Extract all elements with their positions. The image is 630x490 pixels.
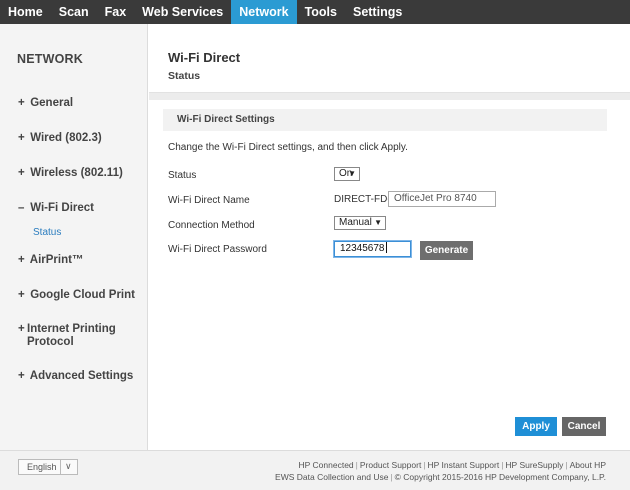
link-hp-connected[interactable]: HP Connected bbox=[299, 460, 354, 470]
wifi-direct-name-label: Wi-Fi Direct Name bbox=[168, 195, 250, 206]
expand-icon: + bbox=[18, 254, 25, 266]
expand-icon: + bbox=[18, 97, 25, 109]
sidebar-item-wifi-direct[interactable]: – Wi-Fi Direct bbox=[18, 202, 94, 215]
section-title: Wi-Fi Direct Settings bbox=[177, 114, 275, 125]
footer-links-line2: EWS Data Collection and Use | © Copyright … bbox=[275, 472, 606, 482]
tab-tools[interactable]: Tools bbox=[297, 0, 345, 24]
sidebar: NETWORK + General + Wired (802.3) + Wire… bbox=[0, 24, 148, 450]
wifi-direct-password-label: Wi-Fi Direct Password bbox=[168, 244, 267, 255]
copyright-text: © Copyright 2015-2016 HP Development Com… bbox=[394, 472, 606, 482]
connection-method-label: Connection Method bbox=[168, 220, 255, 231]
link-ews-data-collection[interactable]: EWS Data Collection and Use bbox=[275, 472, 388, 482]
dropdown-arrow-icon: ▼ bbox=[374, 218, 382, 227]
footer-links-line1: HP Connected | Product Support | HP Instant … bbox=[298, 460, 606, 470]
chevron-down-icon: ∨ bbox=[65, 461, 72, 471]
password-value: 12345678 bbox=[340, 243, 385, 254]
tab-home[interactable]: Home bbox=[0, 0, 51, 24]
language-select[interactable]: English ∨ bbox=[18, 459, 78, 475]
top-nav: Home Scan Fax Web Services Network Tools… bbox=[0, 0, 630, 24]
expand-icon: + bbox=[18, 370, 25, 382]
footer: English ∨ HP Connected | Product Support | H… bbox=[0, 450, 630, 490]
sidebar-item-airprint[interactable]: + AirPrint™ bbox=[18, 254, 83, 267]
sidebar-item-label: AirPrint™ bbox=[29, 254, 84, 266]
tab-settings[interactable]: Settings bbox=[345, 0, 410, 24]
sidebar-item-label: General bbox=[30, 97, 74, 109]
expand-icon: + bbox=[18, 323, 25, 335]
sidebar-item-wired[interactable]: + Wired (802.3) bbox=[18, 132, 102, 145]
language-separator bbox=[60, 460, 61, 474]
wifi-direct-name-input[interactable]: OfficeJet Pro 8740 bbox=[388, 191, 496, 207]
instructions: Change the Wi-Fi Direct settings, and th… bbox=[168, 142, 408, 153]
tab-scan[interactable]: Scan bbox=[51, 0, 97, 24]
sidebar-subitem-status[interactable]: Status bbox=[33, 227, 61, 238]
sidebar-item-advanced-settings[interactable]: + Advanced Settings bbox=[18, 370, 133, 383]
connection-method-value: Manual bbox=[339, 217, 372, 228]
divider bbox=[149, 92, 630, 100]
sidebar-item-label: Advanced Settings bbox=[29, 370, 134, 382]
link-product-support[interactable]: Product Support bbox=[360, 460, 421, 470]
connection-method-select[interactable]: Manual ▼ bbox=[334, 216, 386, 230]
sidebar-item-label: Wireless (802.11) bbox=[30, 167, 123, 179]
text-caret bbox=[385, 242, 387, 253]
sidebar-item-general[interactable]: + General bbox=[18, 97, 73, 110]
sidebar-item-google-cloud-print[interactable]: + Google Cloud Print bbox=[18, 289, 135, 302]
tab-network[interactable]: Network bbox=[231, 0, 297, 24]
link-hp-instant-support[interactable]: HP Instant Support bbox=[428, 460, 500, 470]
expand-icon: + bbox=[18, 132, 25, 144]
link-about-hp[interactable]: About HP bbox=[570, 460, 606, 470]
collapse-icon: – bbox=[18, 202, 25, 214]
sidebar-title: NETWORK bbox=[17, 52, 83, 66]
expand-icon: + bbox=[18, 167, 25, 179]
expand-icon: + bbox=[18, 289, 25, 301]
section-header: Wi-Fi Direct Settings bbox=[163, 109, 607, 131]
main-content: Wi-Fi Direct Status Wi-Fi Direct Setting… bbox=[149, 24, 630, 450]
sidebar-item-internet-printing-protocol[interactable]: + Internet Printing Protocol bbox=[18, 323, 116, 349]
sidebar-item-label: Wired (802.3) bbox=[30, 132, 102, 144]
status-label: Status bbox=[168, 170, 197, 181]
cancel-button[interactable]: Cancel bbox=[562, 417, 606, 436]
wifi-direct-password-input[interactable]: 12345678 bbox=[334, 241, 411, 257]
sidebar-item-label: Wi-Fi Direct bbox=[30, 202, 94, 214]
apply-button[interactable]: Apply bbox=[515, 417, 557, 436]
sidebar-item-label: Google Cloud Print bbox=[30, 289, 135, 301]
generate-button[interactable]: Generate bbox=[420, 241, 473, 260]
dropdown-arrow-icon: ▼ bbox=[348, 169, 356, 178]
status-select[interactable]: On ▼ bbox=[334, 167, 360, 181]
tab-fax[interactable]: Fax bbox=[97, 0, 135, 24]
tab-web-services[interactable]: Web Services bbox=[134, 0, 231, 24]
sidebar-item-label: Internet Printing Protocol bbox=[27, 323, 116, 348]
page-title: Wi-Fi Direct bbox=[168, 50, 241, 65]
sidebar-item-wireless[interactable]: + Wireless (802.11) bbox=[18, 167, 123, 180]
page-subtitle: Status bbox=[168, 70, 201, 82]
language-value: English bbox=[27, 462, 57, 472]
link-hp-suresupply[interactable]: HP SureSupply bbox=[505, 460, 563, 470]
